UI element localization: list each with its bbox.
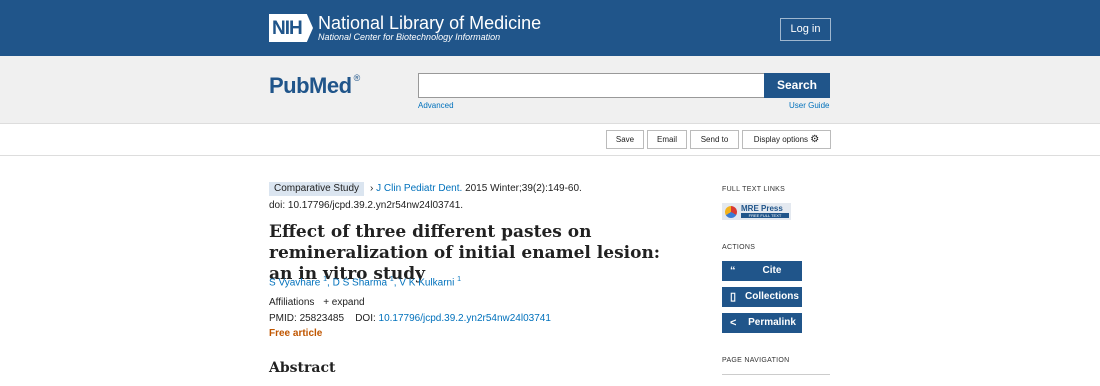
expand-affiliations-button[interactable]: + expand: [323, 297, 364, 308]
cite-button[interactable]: “ Cite: [722, 261, 802, 281]
nih-logo[interactable]: NIH: [269, 14, 313, 42]
doi-label: DOI:: [355, 313, 376, 324]
pmid-value: 25823485: [299, 313, 345, 324]
search-band: PubMed ® Search Advanced User Guide: [0, 56, 1100, 124]
page-navigation-heading: PAGE NAVIGATION: [722, 357, 790, 364]
affiliations-row: Affiliations + expand: [269, 297, 365, 308]
nih-logo-text: NIH: [272, 18, 303, 39]
doi-line: doi: 10.17796/jcpd.39.2.yn2r54nw24l03741…: [269, 200, 464, 211]
author-list: S Vyavhare 1, D S Sharma 1, V K Kulkarni…: [269, 276, 462, 289]
mre-press-link[interactable]: MRE Press FREE FULL TEXT: [722, 203, 791, 220]
display-options-button[interactable]: Display options ⚙: [742, 130, 831, 149]
nlm-subtitle: National Center for Biotechnology Inform…: [318, 32, 501, 42]
permalink-button[interactable]: < Permalink: [722, 313, 802, 333]
cite-label: Cite: [762, 265, 782, 276]
nlm-title[interactable]: National Library of Medicine: [318, 13, 541, 34]
author-link[interactable]: V K Kulkarni: [399, 277, 454, 288]
save-button[interactable]: Save: [606, 130, 644, 149]
login-button[interactable]: Log in: [780, 18, 831, 41]
affiliation-ref[interactable]: 1: [457, 276, 461, 283]
author-link[interactable]: D S Sharma: [333, 277, 387, 288]
user-guide-link[interactable]: User Guide: [789, 101, 829, 110]
affiliation-ref[interactable]: 1: [390, 276, 394, 283]
journal-link[interactable]: J Clin Pediatr Dent.: [376, 183, 462, 194]
article-type-tag: Comparative Study: [269, 182, 364, 196]
citation-text: 2015 Winter;39(2):149-60.: [465, 183, 582, 194]
mre-press-name: MRE Press: [741, 204, 783, 213]
nih-header: NIH National Library of Medicine Nationa…: [0, 0, 1100, 56]
abstract-heading: Abstract: [269, 360, 336, 376]
sidebar-divider: [722, 374, 830, 375]
free-article-badge: Free article: [269, 328, 323, 339]
affiliations-label: Affiliations: [269, 297, 315, 308]
mre-press-tagline: FREE FULL TEXT: [741, 213, 789, 218]
email-button[interactable]: Email: [647, 130, 687, 149]
mre-press-logo-icon: [725, 206, 737, 218]
action-bar: Save Email Send to Display options ⚙: [0, 123, 1100, 156]
pmid-label: PMID:: [269, 313, 297, 324]
permalink-label: Permalink: [748, 317, 796, 328]
registered-mark: ®: [353, 73, 361, 83]
send-to-button[interactable]: Send to: [690, 130, 739, 149]
display-options-label: Display options: [753, 135, 809, 144]
full-text-links-heading: FULL TEXT LINKS: [722, 186, 786, 193]
affiliation-ref[interactable]: 1: [323, 276, 327, 283]
advanced-search-link[interactable]: Advanced: [418, 101, 454, 110]
share-icon: <: [730, 317, 737, 329]
chevron-right-icon: ›: [370, 183, 374, 194]
search-input[interactable]: [418, 73, 765, 98]
journal-citation: › J Clin Pediatr Dent. 2015 Winter;39(2)…: [370, 183, 582, 194]
actions-heading: ACTIONS: [722, 244, 756, 251]
identifiers-row: PMID: 25823485 DOI: 10.17796/jcpd.39.2.y…: [269, 313, 551, 324]
pubmed-logo[interactable]: PubMed ®: [269, 73, 360, 99]
bookmark-icon: ▯: [730, 291, 737, 303]
pubmed-logo-text: PubMed: [269, 73, 352, 98]
quote-icon: “: [730, 265, 736, 277]
doi-link[interactable]: 10.17796/jcpd.39.2.yn2r54nw24l03741: [379, 313, 551, 324]
author-link[interactable]: S Vyavhare: [269, 277, 320, 288]
collections-button[interactable]: ▯ Collections: [722, 287, 802, 307]
collections-label: Collections: [745, 291, 799, 302]
gear-icon: ⚙: [810, 134, 820, 145]
search-button[interactable]: Search: [764, 73, 830, 98]
